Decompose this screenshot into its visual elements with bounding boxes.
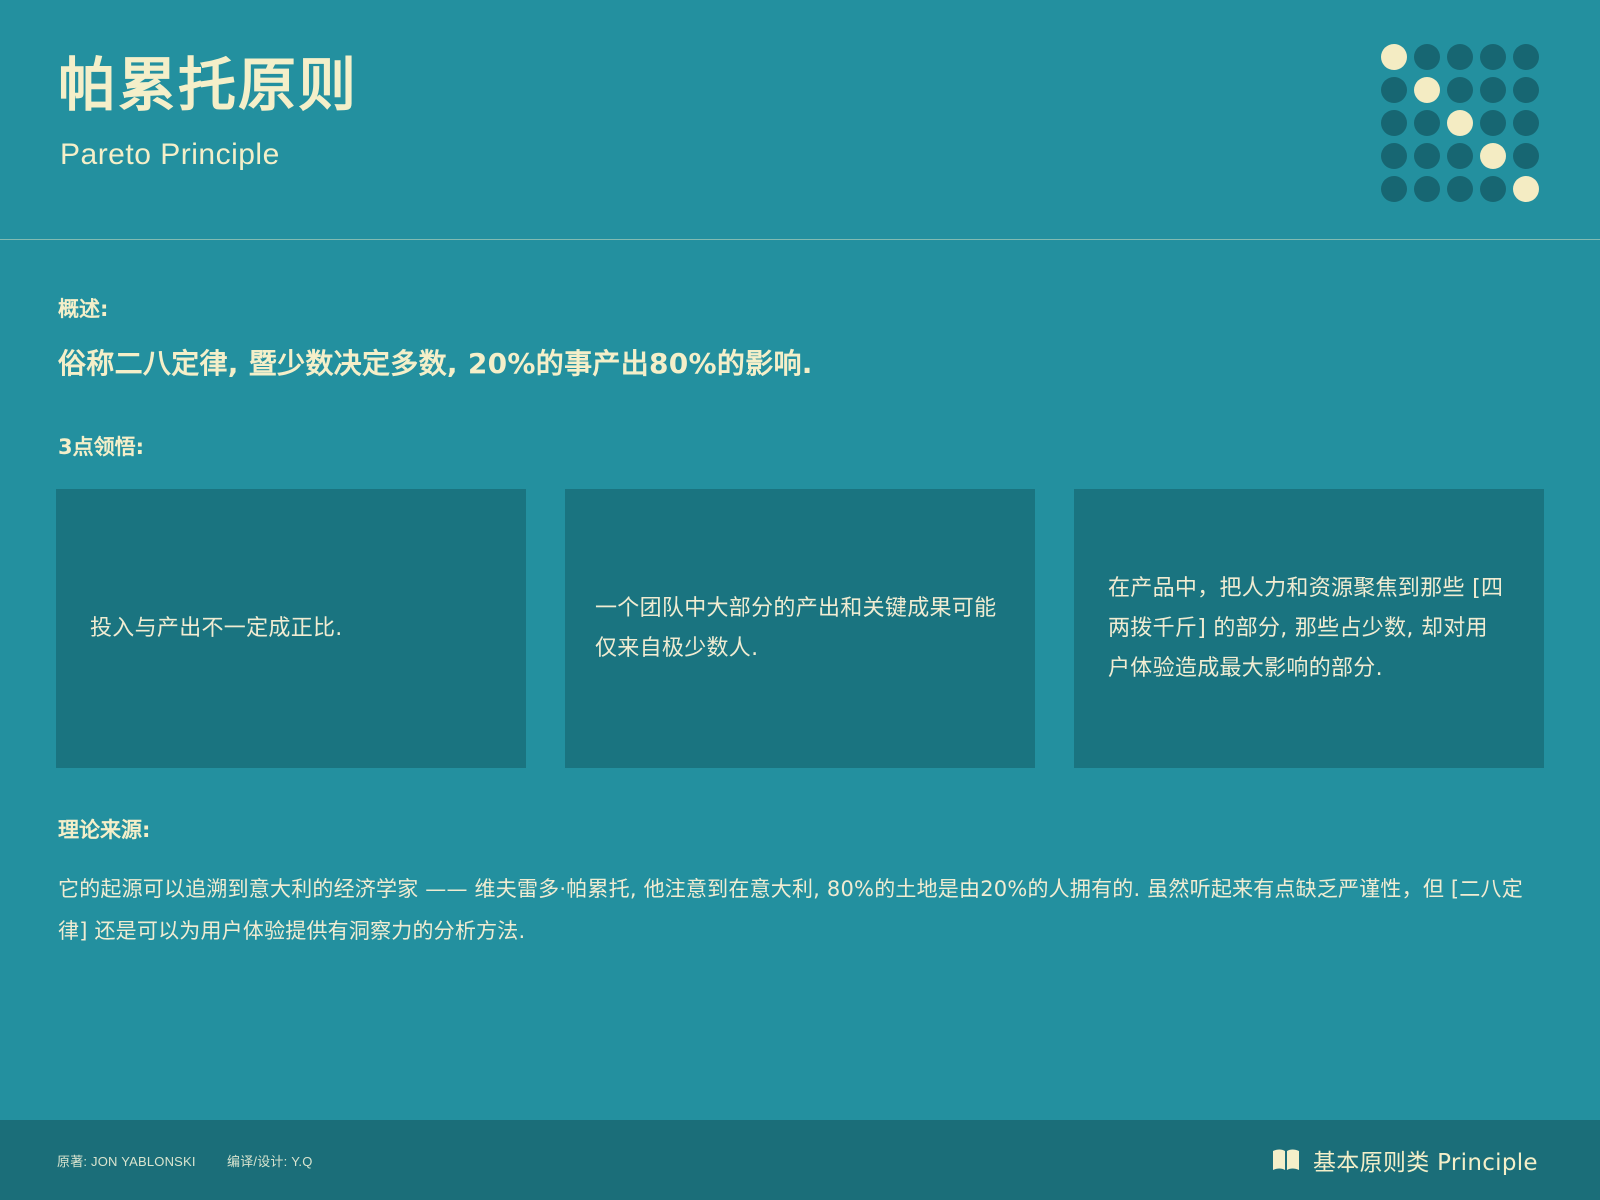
dot	[1414, 143, 1440, 169]
dot	[1480, 44, 1506, 70]
dot-highlighted	[1414, 77, 1440, 103]
dot	[1414, 44, 1440, 70]
insight-card-text: 在产品中，把人力和资源聚焦到那些 [四两拨千斤] 的部分, 那些占少数, 却对用…	[1108, 575, 1504, 681]
insight-cards: 投入与产出不一定成正比. 一个团队中大部分的产出和关键成果可能仅来自极少数人. …	[56, 489, 1544, 768]
page-subtitle: Pareto Principle	[60, 138, 280, 171]
decorative-dot-grid	[1381, 44, 1547, 210]
dot	[1414, 110, 1440, 136]
header-divider	[0, 239, 1600, 240]
source-text: 它的起源可以追溯到意大利的经济学家 —— 维夫雷多·帕累托, 他注意到在意大利,…	[58, 877, 1523, 943]
insight-card-1: 投入与产出不一定成正比.	[56, 489, 526, 768]
dot	[1480, 77, 1506, 103]
dot-highlighted	[1447, 110, 1473, 136]
dot-highlighted	[1480, 143, 1506, 169]
dot	[1447, 77, 1473, 103]
overview-label: 概述:	[58, 297, 109, 321]
source-label: 理论来源:	[58, 818, 151, 842]
dot	[1480, 176, 1506, 202]
dot	[1447, 176, 1473, 202]
dot	[1513, 110, 1539, 136]
dot	[1513, 44, 1539, 70]
dot	[1513, 77, 1539, 103]
book-icon	[1273, 1149, 1299, 1170]
overview-text: 俗称二八定律, 暨少数决定多数, 20%的事产出80%的影响.	[58, 347, 813, 380]
dot-highlighted	[1513, 176, 1539, 202]
dot	[1480, 110, 1506, 136]
category-label: 基本原则类 Principle	[1313, 1150, 1538, 1176]
dot-highlighted	[1381, 44, 1407, 70]
dot	[1381, 176, 1407, 202]
header: 帕累托原则 Pareto Principle	[0, 0, 1600, 240]
translator-credit: 编译/设计: Y.Q	[227, 1154, 313, 1169]
dot	[1381, 77, 1407, 103]
category-tag: 基本原则类 Principle	[1271, 1144, 1538, 1176]
insight-card-3: 在产品中，把人力和资源聚焦到那些 [四两拨千斤] 的部分, 那些占少数, 却对用…	[1074, 489, 1544, 768]
dot	[1414, 176, 1440, 202]
insight-card-text: 投入与产出不一定成正比.	[90, 615, 343, 641]
dot	[1513, 143, 1539, 169]
dot	[1381, 110, 1407, 136]
insight-card-text: 一个团队中大部分的产出和关键成果可能仅来自极少数人.	[595, 595, 997, 661]
dot	[1447, 143, 1473, 169]
dot	[1381, 143, 1407, 169]
insight-card-2: 一个团队中大部分的产出和关键成果可能仅来自极少数人.	[565, 489, 1035, 768]
insights-label: 3点领悟:	[58, 435, 145, 459]
author-credit: 原著: JON YABLONSKI	[57, 1154, 196, 1169]
dot	[1447, 44, 1473, 70]
page-title: 帕累托原则	[58, 51, 359, 119]
